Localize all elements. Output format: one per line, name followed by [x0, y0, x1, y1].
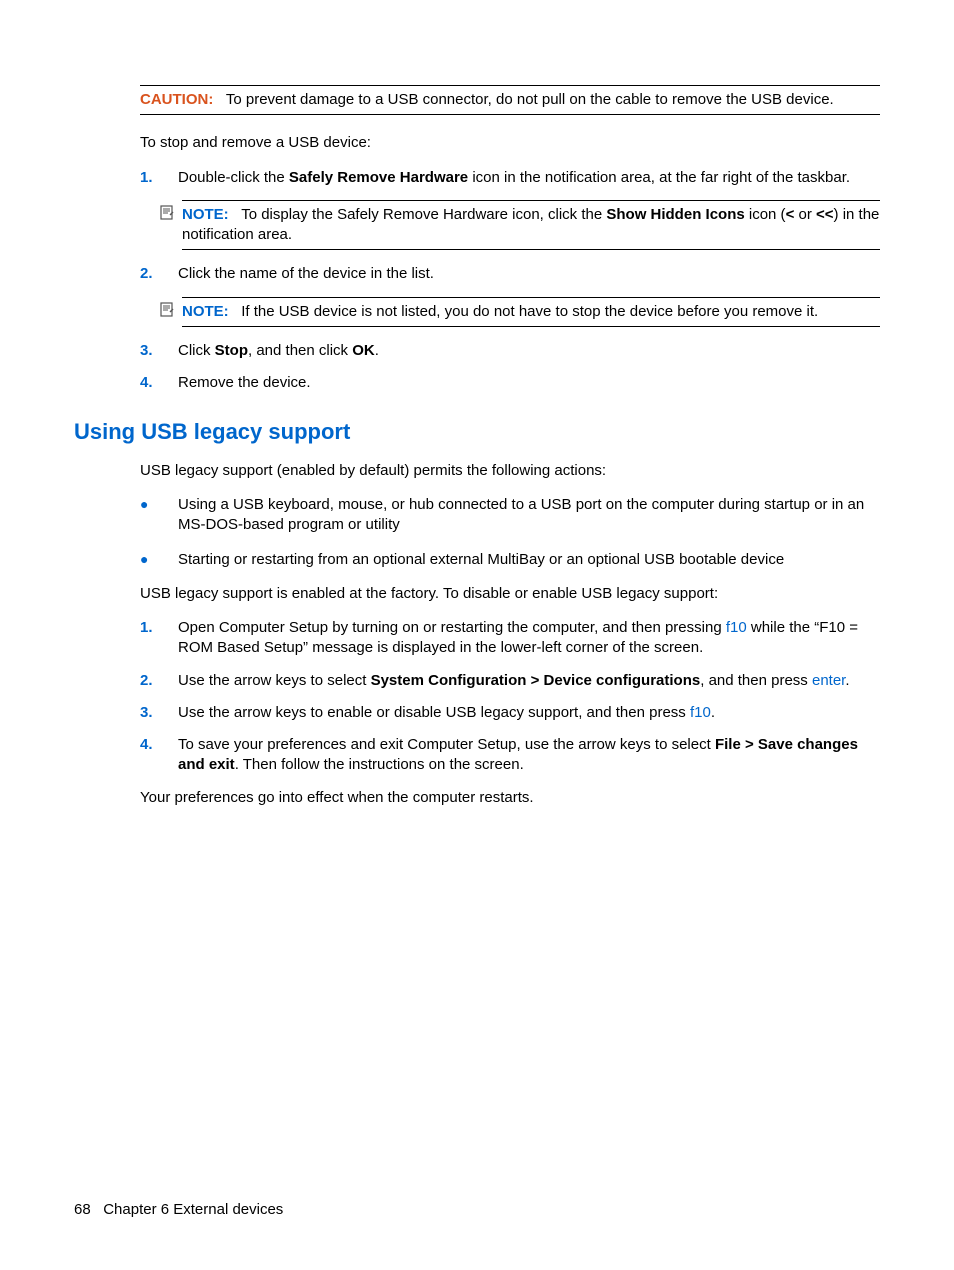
step-number: 4.	[140, 735, 178, 755]
bullet-icon: ●	[140, 495, 178, 514]
key-f10: f10	[690, 704, 711, 721]
step-body: Click Stop, and then click OK.	[178, 341, 880, 361]
section-para: USB legacy support is enabled at the fac…	[140, 584, 880, 604]
step-number: 3.	[140, 341, 178, 361]
list-item: ● Using a USB keyboard, mouse, or hub co…	[140, 495, 880, 536]
step-2: 2. Click the name of the device in the l…	[140, 264, 880, 284]
note-icon	[160, 302, 182, 317]
step-1: 1. Double-click the Safely Remove Hardwa…	[140, 168, 880, 188]
steps-list-2: 2. Click the name of the device in the l…	[140, 264, 880, 284]
note-text: NOTE: If the USB device is not listed, y…	[182, 297, 880, 327]
step-number: 3.	[140, 703, 178, 723]
step-body: Use the arrow keys to enable or disable …	[178, 703, 880, 723]
bullet-list: ● Using a USB keyboard, mouse, or hub co…	[140, 495, 880, 570]
step-4: 4. To save your preferences and exit Com…	[140, 735, 880, 776]
step-1: 1. Open Computer Setup by turning on or …	[140, 618, 880, 659]
key-f10: f10	[726, 619, 747, 636]
step-2: 2. Use the arrow keys to select System C…	[140, 671, 880, 691]
closing-text: Your preferences go into effect when the…	[140, 788, 880, 808]
note-2: NOTE: If the USB device is not listed, y…	[160, 297, 880, 327]
page-number: 68	[74, 1201, 91, 1218]
step-3: 3. Use the arrow keys to enable or disab…	[140, 703, 880, 723]
caution-block: CAUTION: To prevent damage to a USB conn…	[140, 85, 880, 115]
step-number: 1.	[140, 168, 178, 188]
intro-text: To stop and remove a USB device:	[140, 133, 880, 153]
note-text: NOTE: To display the Safely Remove Hardw…	[182, 200, 880, 251]
steps-list-1: 1. Double-click the Safely Remove Hardwa…	[140, 168, 880, 188]
note-1: NOTE: To display the Safely Remove Hardw…	[160, 200, 880, 251]
page-footer: 68 Chapter 6 External devices	[74, 1200, 283, 1220]
step-body: Double-click the Safely Remove Hardware …	[178, 168, 880, 188]
bullet-text: Using a USB keyboard, mouse, or hub conn…	[178, 495, 880, 536]
step-body: Remove the device.	[178, 373, 880, 393]
chapter-label: Chapter 6 External devices	[103, 1201, 283, 1218]
key-enter: enter	[812, 672, 845, 689]
bullet-icon: ●	[140, 550, 178, 569]
section-heading: Using USB legacy support	[74, 417, 880, 447]
note-label: NOTE:	[182, 206, 229, 223]
caution-label: CAUTION:	[140, 91, 213, 108]
step-3: 3. Click Stop, and then click OK.	[140, 341, 880, 361]
section-intro: USB legacy support (enabled by default) …	[140, 461, 880, 481]
step-body: Use the arrow keys to select System Conf…	[178, 671, 880, 691]
step-number: 1.	[140, 618, 178, 638]
ordered-steps-2: 1. Open Computer Setup by turning on or …	[140, 618, 880, 776]
step-body: To save your preferences and exit Comput…	[178, 735, 880, 776]
step-body: Open Computer Setup by turning on or res…	[178, 618, 880, 659]
bullet-text: Starting or restarting from an optional …	[178, 550, 880, 570]
note-icon	[160, 205, 182, 220]
step-body: Click the name of the device in the list…	[178, 264, 880, 284]
list-item: ● Starting or restarting from an optiona…	[140, 550, 880, 570]
step-4: 4. Remove the device.	[140, 373, 880, 393]
steps-list-3: 3. Click Stop, and then click OK. 4. Rem…	[140, 341, 880, 394]
step-number: 2.	[140, 671, 178, 691]
note-label: NOTE:	[182, 303, 229, 320]
step-number: 2.	[140, 264, 178, 284]
caution-text: To prevent damage to a USB connector, do…	[226, 91, 834, 108]
step-number: 4.	[140, 373, 178, 393]
